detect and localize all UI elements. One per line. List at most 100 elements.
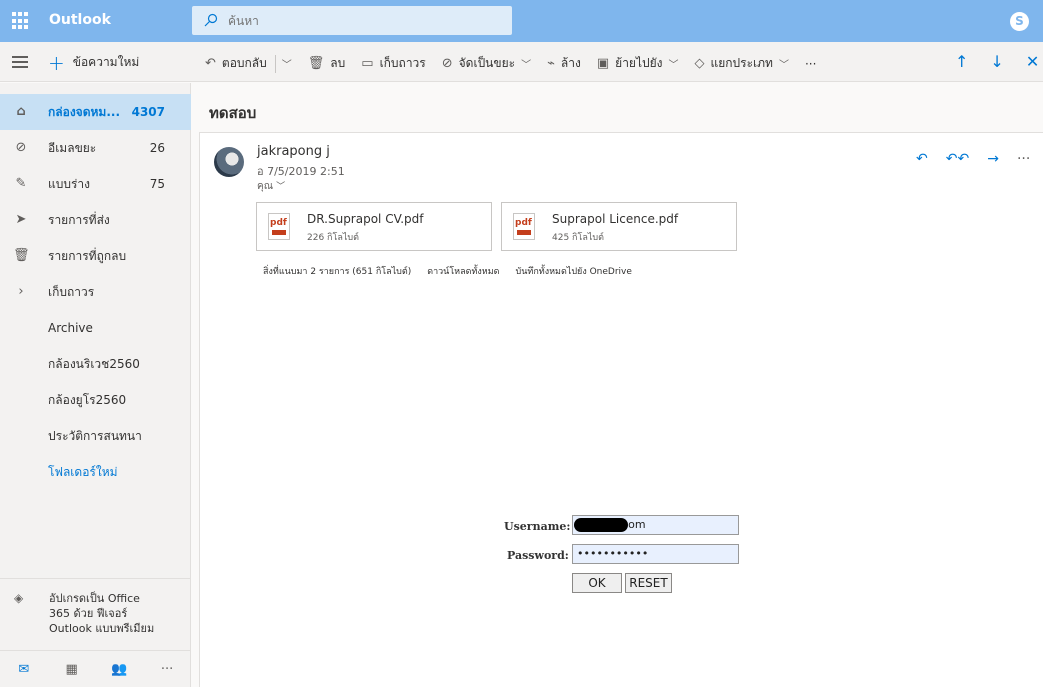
chevron-down-icon: ﹀ [521, 60, 532, 71]
folder-label: กล่องจดหม... [48, 104, 121, 119]
reply-dropdown[interactable]: ﹀ [282, 56, 292, 71]
trash-icon: 🗑 [13, 248, 30, 263]
app-brand[interactable]: Outlook [49, 12, 111, 28]
forward-icon[interactable]: → [987, 151, 999, 167]
folder-label: Archive [48, 321, 93, 335]
download-all-link[interactable]: ดาวน์โหลดทั้งหมด [427, 264, 499, 278]
command-list: ↶ ตอบกลับ ﹀ 🗑 ลบ ▭ เก็บถาวร ⊘ จัดเป็นขยะ… [205, 54, 832, 73]
folder-label: กล้องยูโร2560 [48, 392, 127, 407]
delete-button[interactable]: 🗑 ลบ [308, 54, 346, 73]
sidebar-item-junk[interactable]: ⊘ อีเมลขยะ 26 [0, 130, 191, 166]
folder-label: ประวัติการสนทนา [48, 428, 142, 443]
skype-icon[interactable]: S [1010, 12, 1029, 31]
categorize-label: แยกประเภท [710, 56, 773, 70]
block-icon: ⊘ [15, 140, 27, 155]
folder-count: 26 [149, 141, 165, 155]
archive-button[interactable]: ▭ เก็บถาวร [361, 54, 425, 73]
save-to-onedrive-link[interactable]: บันทึกทั้งหมดไปยัง OneDrive [516, 264, 632, 278]
sweep-button[interactable]: ⌁ ล้าง [547, 54, 581, 73]
inbox-icon: ⌂ [16, 104, 26, 119]
command-bar: + ข้อความใหม่ ↶ ตอบกลับ ﹀ 🗑 ลบ ▭ เก็บถาว… [0, 42, 1043, 82]
avatar[interactable] [214, 147, 244, 177]
sidebar-item-deleted[interactable]: 🗑 รายการที่ถูกลบ [0, 238, 191, 274]
calendar-icon[interactable]: ▦ [48, 662, 96, 677]
folder-label: โฟลเดอร์ใหม่ [48, 464, 118, 479]
sidebar-item-drafts[interactable]: ✎ แบบร่าง 75 [0, 166, 191, 202]
navigation-arrows: ↑ ↓ ✕ [955, 52, 1039, 71]
attachment-card[interactable]: pdf DR.Suprapol CV.pdf 226 กิโลไบต์ [256, 202, 492, 251]
pdf-icon: pdf [268, 213, 290, 240]
password-input[interactable]: ••••••••••• [572, 544, 739, 564]
pdf-icon: pdf [513, 213, 535, 240]
attachment-card[interactable]: pdf Suprapol Licence.pdf 425 กิโลไบต์ [501, 202, 737, 251]
arrow-up-icon[interactable]: ↑ [955, 52, 968, 71]
junk-button[interactable]: ⊘ จัดเป็นขยะ ﹀ [442, 54, 531, 73]
sender-name[interactable]: jakrapong j [257, 144, 330, 159]
top-bar: Outlook S [0, 0, 1043, 42]
broom-icon: ⌁ [547, 56, 555, 71]
chevron-down-icon: ﹀ [668, 60, 679, 71]
junk-label: จัดเป็นขยะ [458, 56, 516, 70]
attachment-name: Suprapol Licence.pdf [552, 212, 679, 226]
attachment-size: 425 กิโลไบต์ [552, 233, 604, 243]
recipient-line[interactable]: คุณ ﹀ [257, 179, 285, 194]
attachment-name: DR.Suprapol CV.pdf [307, 212, 424, 226]
folder-label: รายการที่ถูกลบ [48, 248, 127, 263]
reset-button[interactable]: RESET [625, 573, 672, 593]
sidebar-item-custom-1[interactable]: กล้องนริเวช2560 [0, 346, 191, 382]
new-message-button[interactable]: + ข้อความใหม่ [48, 53, 140, 73]
move-to-button[interactable]: ▣ ย้ายไปยัง ﹀ [597, 54, 679, 73]
block-icon: ⊘ [441, 56, 453, 71]
reply-icon[interactable]: ↶ [916, 151, 928, 167]
more-icon[interactable]: ··· [1017, 151, 1030, 167]
new-message-label: ข้อความใหม่ [72, 55, 140, 69]
chevron-down-icon[interactable]: ﹀ [276, 182, 285, 192]
chevron-down-icon: ﹀ [281, 60, 292, 71]
folder-label: กล้องนริเวช2560 [48, 356, 140, 371]
send-icon: ➤ [15, 212, 27, 227]
pencil-icon: ✎ [15, 176, 27, 191]
more-icon[interactable]: ··· [143, 662, 191, 677]
recipient-label: คุณ [257, 181, 273, 192]
chevron-down-icon: ﹀ [778, 60, 789, 71]
close-icon[interactable]: ✕ [1026, 52, 1039, 71]
categorize-button[interactable]: ◇ แยกประเภท ﹀ [695, 54, 789, 73]
new-folder-link[interactable]: โฟลเดอร์ใหม่ [0, 454, 191, 490]
app-launcher-icon[interactable] [12, 12, 30, 30]
mail-icon[interactable]: ✉ [0, 662, 48, 677]
archive-label: เก็บถาวร [379, 56, 426, 70]
folder-label: เก็บถาวร [48, 284, 95, 299]
reply-button[interactable]: ↶ ตอบกลับ [205, 54, 267, 73]
ok-button[interactable]: OK [572, 573, 622, 593]
sidebar-item-inbox[interactable]: ⌂ กล่องจดหม... 4307 [0, 94, 191, 130]
folder-count: 75 [149, 177, 165, 191]
message-card: jakrapong j อ 7/5/2019 2:51 คุณ ﹀ ↶ ↶↶ →… [199, 132, 1043, 687]
search-input[interactable] [228, 11, 498, 30]
reply-icon: ↶ [205, 56, 216, 71]
more-commands-button[interactable]: ··· [805, 57, 816, 71]
arrow-down-icon[interactable]: ↓ [990, 52, 1003, 71]
search-icon [204, 13, 218, 27]
search-box[interactable] [192, 6, 512, 35]
chevron-right-icon[interactable]: › [13, 284, 29, 300]
attachments-summary: สิ่งที่แนบมา 2 รายการ (651 กิโลไบต์) [263, 267, 412, 277]
sidebar-item-archive[interactable]: › เก็บถาวร [0, 274, 191, 310]
sweep-label: ล้าง [560, 56, 581, 70]
redaction-mark [574, 518, 628, 532]
sidebar-item-sent[interactable]: ➤ รายการที่ส่ง [0, 202, 191, 238]
sidebar-item-conversation-history[interactable]: ประวัติการสนทนา [0, 418, 191, 454]
folder-label: อีเมลขยะ [48, 140, 97, 155]
promo-line: Outlook แบบพรีเมียม [49, 622, 155, 635]
sidebar-item-archive-en[interactable]: Archive [0, 310, 191, 346]
upgrade-promo[interactable]: ◈ อัปเกรดเป็น Office 365 ด้วย ฟีเจอร์ Ou… [0, 578, 191, 636]
people-icon[interactable]: 👥 [96, 662, 144, 677]
folder-move-icon: ▣ [596, 56, 610, 71]
menu-icon[interactable] [12, 56, 28, 68]
folder-label: แบบร่าง [48, 176, 91, 191]
move-to-label: ย้ายไปยัง [615, 56, 663, 70]
message-subject: ทดสอบ [209, 104, 257, 122]
sidebar-item-custom-2[interactable]: กล้องยูโร2560 [0, 382, 191, 418]
promo-line: 365 ด้วย ฟีเจอร์ [49, 607, 128, 620]
reply-all-icon[interactable]: ↶↶ [946, 151, 969, 167]
attachment-links: สิ่งที่แนบมา 2 รายการ (651 กิโลไบต์) ดาว… [263, 264, 632, 278]
